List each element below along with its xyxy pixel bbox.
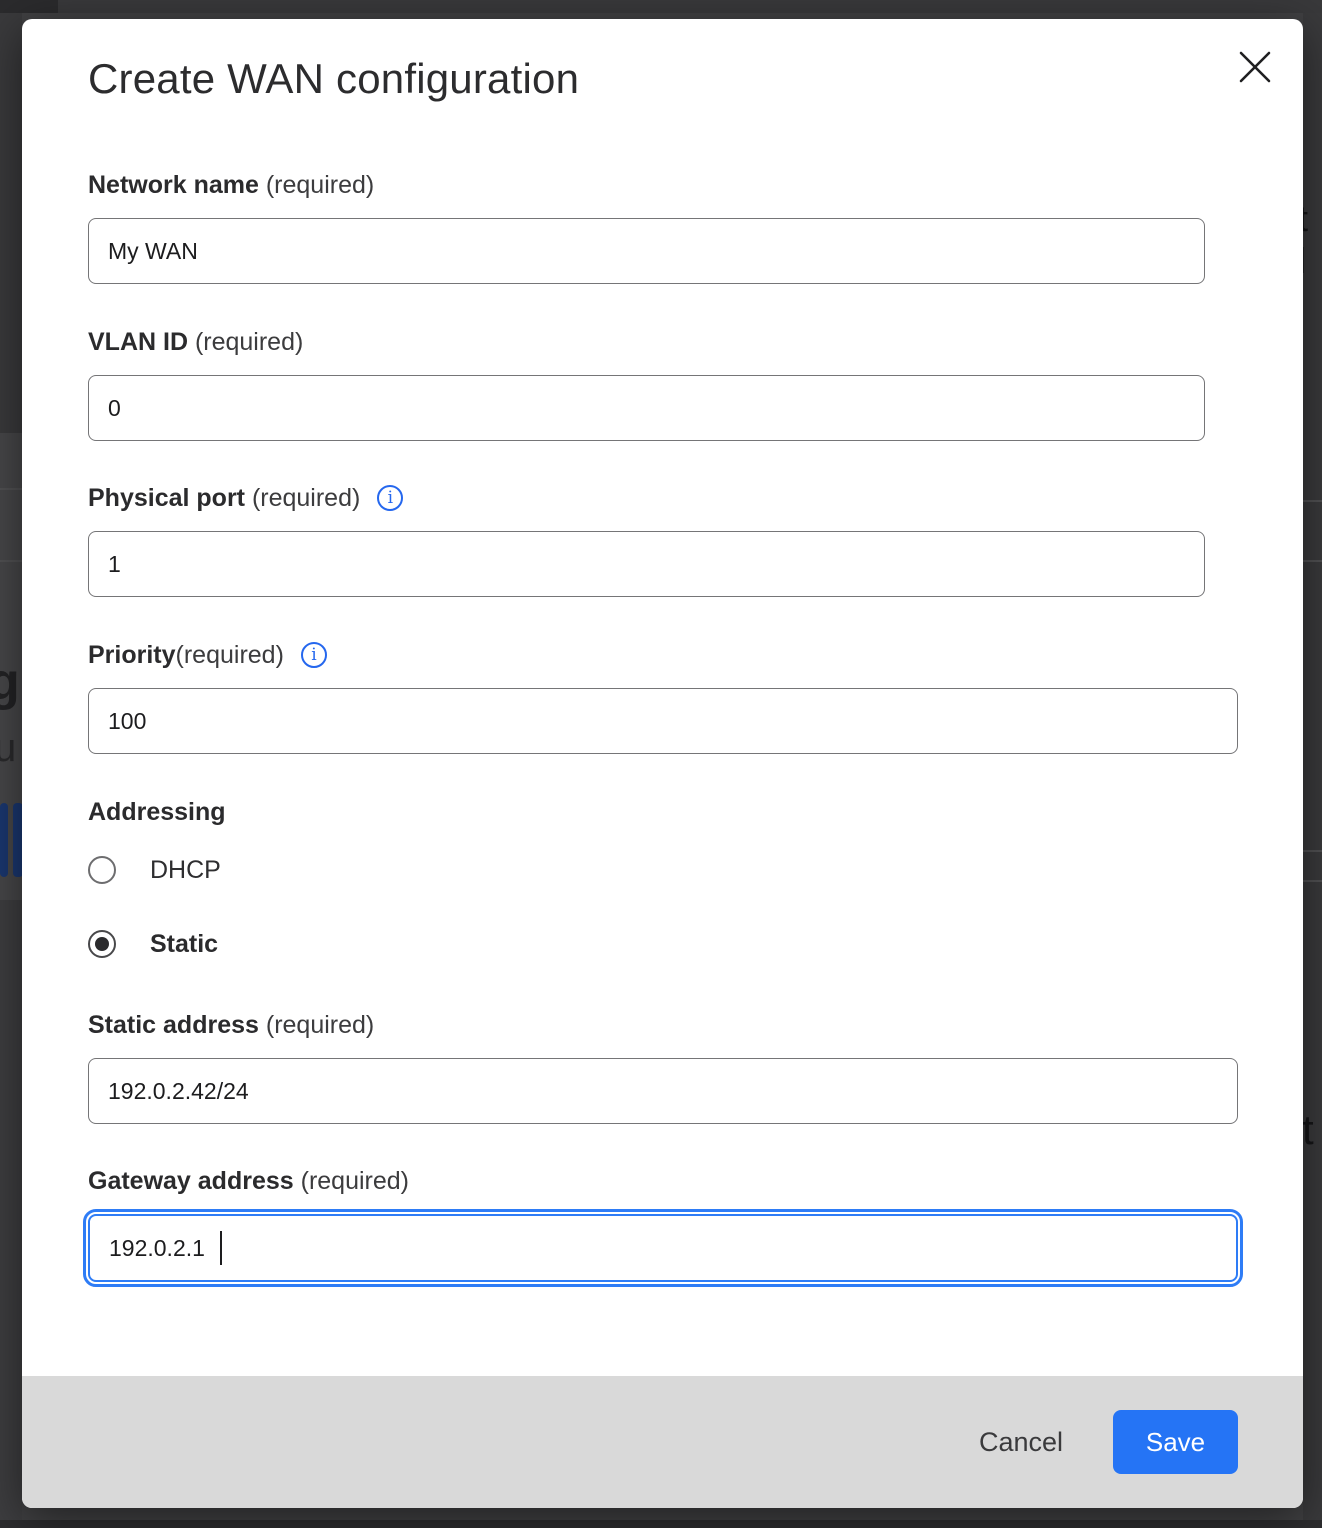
required-hint: (required)	[245, 484, 360, 513]
background-page-left-edge-bottom	[0, 900, 22, 1528]
background-page-topbar	[0, 0, 1322, 13]
info-icon[interactable]: i	[377, 485, 403, 511]
label-text: VLAN ID	[88, 328, 188, 357]
background-table-line	[0, 488, 22, 490]
label-text: Static address	[88, 1011, 259, 1040]
radio-dhcp-label: DHCP	[150, 856, 221, 885]
label-text: Physical port	[88, 484, 245, 513]
background-text-fragment: g	[0, 652, 20, 712]
cancel-button[interactable]: Cancel	[977, 1419, 1065, 1466]
background-table-line	[1303, 850, 1322, 852]
save-button[interactable]: Save	[1113, 1410, 1238, 1474]
field-label: Priority(required) i	[88, 640, 1238, 670]
info-icon[interactable]: i	[301, 642, 327, 668]
physical-port-input[interactable]	[88, 531, 1205, 597]
required-hint: (required)	[259, 1011, 374, 1040]
field-physical-port: Physical port (required) i	[88, 483, 1205, 597]
gateway-address-input[interactable]	[88, 1214, 1238, 1282]
background-bottom-band	[0, 1520, 1322, 1528]
field-label: Physical port (required) i	[88, 483, 1205, 513]
field-label: VLAN ID (required)	[88, 327, 1205, 357]
addressing-heading: Addressing	[88, 797, 226, 827]
required-hint: (required)	[188, 328, 303, 357]
field-network-name: Network name (required)	[88, 170, 1205, 284]
background-blue-button-fragment	[0, 803, 8, 877]
required-hint: (required)	[259, 171, 374, 200]
field-static-address: Static address (required)	[88, 1010, 1238, 1124]
vlan-id-input[interactable]	[88, 375, 1205, 441]
background-page-topbar-left	[0, 0, 58, 13]
label-text: Gateway address	[88, 1167, 294, 1196]
addressing-group: Addressing DHCP Static	[88, 797, 226, 958]
radio-dhcp-icon[interactable]	[88, 856, 116, 884]
background-text-fragment: u	[0, 726, 16, 771]
dialog-title: Create WAN configuration	[88, 55, 579, 103]
radio-option-dhcp[interactable]: DHCP	[88, 856, 226, 884]
radio-static-icon[interactable]	[88, 930, 116, 958]
gateway-input-wrapper	[88, 1214, 1238, 1282]
field-vlan-id: VLAN ID (required)	[88, 327, 1205, 441]
background-table-line	[1303, 560, 1322, 562]
background-table-line	[1303, 500, 1322, 502]
background-table-line	[1303, 880, 1322, 882]
radio-option-static[interactable]: Static	[88, 930, 226, 958]
background-text-fragment: t	[1302, 1106, 1314, 1154]
field-label: Network name (required)	[88, 170, 1205, 200]
field-gateway-address: Gateway address (required)	[88, 1166, 1238, 1282]
field-label: Static address (required)	[88, 1010, 1238, 1040]
text-cursor	[220, 1231, 222, 1265]
required-hint: (required)	[176, 641, 284, 670]
priority-input[interactable]	[88, 688, 1238, 754]
required-hint: (required)	[294, 1167, 409, 1196]
create-wan-dialog: Create WAN configuration Network name (r…	[22, 19, 1303, 1508]
radio-static-label: Static	[150, 930, 218, 959]
field-label: Gateway address (required)	[88, 1166, 1238, 1196]
static-address-input[interactable]	[88, 1058, 1238, 1124]
network-name-input[interactable]	[88, 218, 1205, 284]
field-priority: Priority(required) i	[88, 640, 1238, 754]
label-text: Priority	[88, 641, 176, 670]
close-icon	[1236, 48, 1274, 86]
background-page-left-edge-top	[0, 13, 22, 433]
dialog-footer: Cancel Save	[22, 1376, 1303, 1508]
background-table-line	[0, 560, 22, 562]
label-text: Network name	[88, 171, 259, 200]
close-button[interactable]	[1233, 45, 1277, 89]
